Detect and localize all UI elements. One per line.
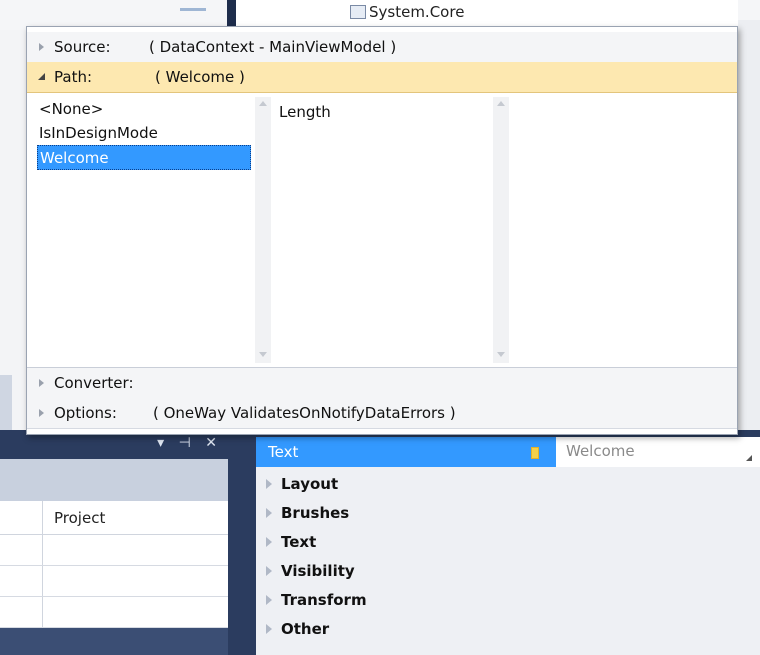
category-label: Text xyxy=(281,533,317,551)
path-property-list[interactable]: <None> IsInDesignMode Welcome xyxy=(37,97,253,363)
column-divider xyxy=(42,501,43,534)
collapse-arrow-icon xyxy=(38,73,45,80)
property-name-label: Text xyxy=(268,443,299,461)
expand-arrow-icon xyxy=(266,508,272,518)
path-list-scrollbar[interactable] xyxy=(255,97,271,363)
path-picker: <None> IsInDesignMode Welcome Length xyxy=(27,93,737,368)
converter-label: Converter: xyxy=(54,374,134,392)
column-divider xyxy=(42,566,43,596)
panel-window-controls[interactable]: ▾ ⊣ ✕ xyxy=(157,435,222,451)
path-value: ( Welcome ) xyxy=(155,68,245,86)
scroll-up-icon[interactable] xyxy=(497,101,505,106)
expand-arrow-icon xyxy=(266,624,272,634)
source-section[interactable]: Source: ( DataContext - MainViewModel ) xyxy=(27,32,737,63)
property-name-cell[interactable]: Text xyxy=(256,437,556,467)
path-section[interactable]: Path: ( Welcome ) xyxy=(27,62,737,93)
toolbar-stripe xyxy=(180,8,206,11)
scroll-down-icon[interactable] xyxy=(259,352,267,357)
column-divider xyxy=(42,597,43,627)
solution-panel-toolbar xyxy=(0,459,228,501)
property-value-field[interactable]: Welcome xyxy=(566,442,635,460)
category-layout[interactable]: Layout xyxy=(256,471,760,500)
category-other[interactable]: Other xyxy=(256,616,760,645)
expand-arrow-icon xyxy=(266,595,272,605)
category-transform[interactable]: Transform xyxy=(256,587,760,616)
category-label: Other xyxy=(281,620,330,638)
category-text[interactable]: Text xyxy=(256,529,760,558)
list-item[interactable]: <None> xyxy=(37,97,251,122)
column-divider xyxy=(42,535,43,565)
panel-footer xyxy=(0,628,228,655)
properties-panel: Text Welcome Layout Brushes Text Visibil… xyxy=(256,437,760,655)
table-row[interactable] xyxy=(0,535,228,566)
options-section[interactable]: Options: ( OneWay ValidatesOnNotifyDataE… xyxy=(27,398,737,429)
list-item[interactable]: IsInDesignMode xyxy=(37,121,251,146)
expand-arrow-icon xyxy=(39,409,44,417)
tree-item-system-core[interactable]: System.Core xyxy=(369,3,464,21)
scroll-up-icon[interactable] xyxy=(259,101,267,106)
category-label: Visibility xyxy=(281,562,355,580)
sub-path-list-scrollbar[interactable] xyxy=(493,97,509,363)
expand-arrow-icon xyxy=(266,566,272,576)
solution-panel-titlebar: ▾ ⊣ ✕ xyxy=(0,433,228,459)
solution-panel: ▾ ⊣ ✕ Project xyxy=(0,433,228,655)
table-row[interactable] xyxy=(0,597,228,628)
table-row[interactable] xyxy=(0,566,228,597)
category-visibility[interactable]: Visibility xyxy=(256,558,760,587)
converter-section[interactable]: Converter: xyxy=(27,368,737,399)
category-label: Brushes xyxy=(281,504,350,522)
background-left-strip xyxy=(0,375,12,435)
category-label: Transform xyxy=(281,591,367,609)
category-label: Layout xyxy=(281,475,339,493)
options-label: Options: xyxy=(54,404,117,422)
data-binding-marker-icon[interactable] xyxy=(531,447,539,459)
sub-path-list-item[interactable]: Length xyxy=(279,103,331,121)
source-label: Source: xyxy=(54,38,111,56)
scroll-down-icon[interactable] xyxy=(497,352,505,357)
expand-arrow-icon xyxy=(266,479,272,489)
property-row-text[interactable]: Text Welcome xyxy=(256,437,760,467)
source-value: ( DataContext - MainViewModel ) xyxy=(149,38,397,56)
list-item-selected[interactable]: Welcome xyxy=(37,145,251,170)
expand-arrow-icon xyxy=(39,43,44,51)
data-binding-popup: Source: ( DataContext - MainViewModel ) … xyxy=(26,26,738,435)
project-column-header[interactable]: Project xyxy=(0,501,228,535)
options-value: ( OneWay ValidatesOnNotifyDataErrors ) xyxy=(153,404,456,422)
background-right-strip xyxy=(738,20,760,440)
project-column-label: Project xyxy=(54,509,106,527)
path-label: Path: xyxy=(54,68,93,86)
category-brushes[interactable]: Brushes xyxy=(256,500,760,529)
assembly-icon xyxy=(350,5,366,19)
resize-grip-icon[interactable] xyxy=(746,455,752,461)
expand-arrow-icon xyxy=(266,537,272,547)
expand-arrow-icon xyxy=(39,379,44,387)
